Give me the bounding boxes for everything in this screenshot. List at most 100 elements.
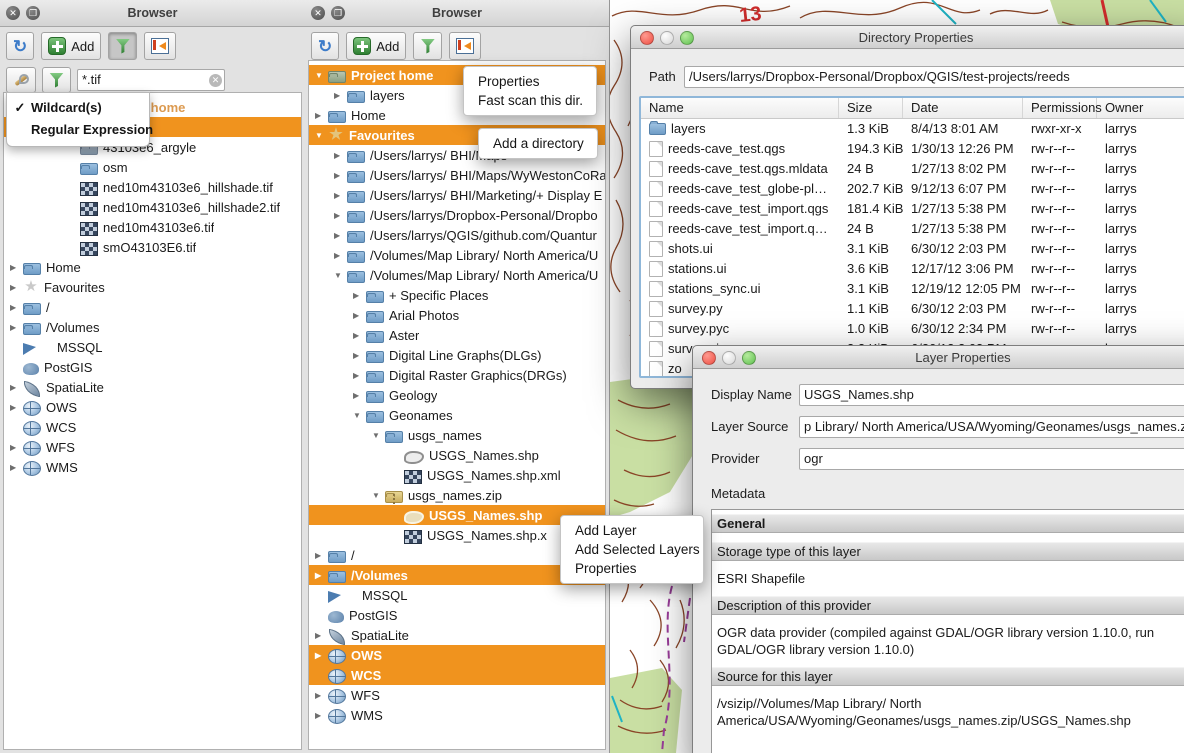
expand-arrow[interactable]: ▶ [315,651,328,660]
expand-arrow[interactable]: ▶ [334,231,347,240]
close-icon[interactable]: ✕ [311,6,325,20]
table-row[interactable]: shots.ui3.1 KiB6/30/12 2:03 PMrw-r--r--l… [641,239,1184,259]
tree-item[interactable]: ▶+ Specific Places [309,285,605,305]
tree-item[interactable]: ned10m43103e6.tif [4,217,301,237]
tree-item[interactable]: ▶/Users/larrys/Dropbox-Personal/Dropbo [309,205,605,225]
column-header[interactable]: Date [903,98,1023,118]
expand-arrow[interactable]: ▶ [353,291,366,300]
table-row[interactable]: reeds-cave_test.qgs194.3 KiB1/30/13 12:2… [641,139,1184,159]
table-row[interactable]: reeds-cave_test.qgs.mldata24 B1/27/13 8:… [641,159,1184,179]
expand-arrow[interactable]: ▶ [334,191,347,200]
tree-item[interactable]: ▶Aster [309,325,605,345]
expand-arrow[interactable]: ▶ [334,171,347,180]
expand-arrow[interactable]: ▶ [334,251,347,260]
expand-arrow[interactable]: ▶ [315,551,328,560]
table-row[interactable]: reeds-cave_test_import.qgs181.4 KiB1/27/… [641,199,1184,219]
field-input[interactable]: ogr [799,448,1184,470]
tree-item[interactable]: USGS_Names.shp [309,445,605,465]
tree-item[interactable]: PostGIS [4,357,301,377]
path-input[interactable]: /Users/larrys/Dropbox-Personal/Dropbox/Q… [684,66,1184,88]
menu-item[interactable]: Properties [464,72,596,91]
expand-arrow[interactable]: ▶ [10,323,23,332]
tree-item[interactable]: ▶Digital Raster Graphics(DRGs) [309,365,605,385]
expand-arrow[interactable]: ▶ [334,151,347,160]
field-input[interactable]: p Library/ North America/USA/Wyoming/Geo… [799,416,1184,438]
clear-filter-icon[interactable]: ✕ [209,74,222,87]
expand-arrow[interactable]: ▶ [353,331,366,340]
expand-arrow[interactable]: ▶ [10,303,23,312]
expand-arrow[interactable]: ▶ [334,91,347,100]
expand-arrow[interactable]: ▼ [372,431,385,440]
tree-item[interactable]: ▶WFS [4,437,301,457]
expand-arrow[interactable]: ▶ [315,111,328,120]
expand-arrow[interactable]: ▶ [315,631,328,640]
tree-item[interactable]: ▶Arial Photos [309,305,605,325]
tree-item[interactable]: ned10m43103e6_hillshade.tif [4,177,301,197]
filter-toggle-button[interactable] [413,32,442,60]
table-row[interactable]: survey.pyc1.0 KiB6/30/12 2:34 PMrw-r--r-… [641,319,1184,339]
close-icon[interactable]: ✕ [6,6,20,20]
close-icon[interactable] [702,351,716,365]
expand-arrow[interactable]: ▶ [10,283,23,292]
menu-item[interactable]: Add Selected Layers [561,540,703,559]
tree-item[interactable]: smO43103E6.tif [4,237,301,257]
table-row[interactable]: layers1.3 KiB8/4/13 8:01 AMrwxr-xr-xlarr… [641,119,1184,139]
tree-item[interactable]: WCS [309,665,605,685]
tree-item[interactable]: ▶/Volumes/Map Library/ North America/U [309,245,605,265]
tree-item[interactable]: ▶/Users/larrys/ BHI/Maps/WyWestonCoRa [309,165,605,185]
refresh-button[interactable]: ↻ [311,32,339,60]
tree-item[interactable]: MSSQL [309,585,605,605]
minimize-icon[interactable] [722,351,736,365]
expand-arrow[interactable]: ▼ [315,71,328,80]
expand-arrow[interactable]: ▶ [334,211,347,220]
tree-item[interactable]: ▼Geonames [309,405,605,425]
directory-file-table[interactable]: NameSizeDatePermissionsOwnerlayers1.3 Ki… [639,96,1184,378]
expand-arrow[interactable]: ▶ [315,571,328,580]
table-row[interactable]: reeds-cave_test_import.q…24 B1/27/13 5:3… [641,219,1184,239]
field-input[interactable]: USGS_Names.shp [799,384,1184,406]
minimize-icon[interactable] [660,31,674,45]
filter-toggle-button[interactable] [108,32,137,60]
table-row[interactable]: stations_sync.ui3.1 KiB12/19/12 12:05 PM… [641,279,1184,299]
expand-arrow[interactable]: ▶ [315,691,328,700]
expand-arrow[interactable]: ▶ [353,391,366,400]
tree-item[interactable]: WCS [4,417,301,437]
add-button[interactable]: Add [346,32,406,60]
column-header[interactable]: Name [641,98,839,118]
expand-arrow[interactable]: ▶ [10,383,23,392]
tree-item[interactable]: ▶★Favourites [4,277,301,297]
tree-item[interactable]: ▶Home [4,257,301,277]
tree-item[interactable]: ▶/Users/larrys/QGIS/github.com/Quantur [309,225,605,245]
expand-arrow[interactable]: ▶ [10,263,23,272]
tree-item[interactable]: ▶WFS [309,685,605,705]
menu-item[interactable]: Add Layer [561,521,703,540]
expand-arrow[interactable]: ▶ [10,403,23,412]
tree-item[interactable]: ▶OWS [4,397,301,417]
float-icon[interactable]: ❐ [26,6,40,20]
expand-arrow[interactable]: ▼ [315,131,328,140]
tree-item[interactable]: ▶SpatiaLite [309,625,605,645]
dialog-titlebar[interactable]: Directory Properties [631,26,1184,49]
expand-arrow[interactable]: ▼ [353,411,366,420]
tree-item[interactable]: ned10m43103e6_hillshade2.tif [4,197,301,217]
column-header[interactable]: Permissions [1023,98,1097,118]
collapse-tree-button[interactable] [449,32,481,60]
tree-item[interactable]: ▶WMS [4,457,301,477]
tree-item[interactable]: ▼/Volumes/Map Library/ North America/U [309,265,605,285]
collapse-tree-button[interactable] [144,32,176,60]
apply-filter-button[interactable] [42,67,71,93]
table-row[interactable]: survey.py1.1 KiB6/30/12 2:03 PMrw-r--r--… [641,299,1184,319]
tree-item[interactable]: ▶Geology [309,385,605,405]
expand-arrow[interactable]: ▶ [10,463,23,472]
expand-arrow[interactable]: ▶ [315,711,328,720]
tree-item[interactable]: PostGIS [309,605,605,625]
tree-item[interactable]: ▶/Users/larrys/ BHI/Marketing/+ Display … [309,185,605,205]
filter-input[interactable]: *.tif [77,69,225,91]
tree-item[interactable]: USGS_Names.shp.xml [309,465,605,485]
tree-item[interactable]: ▶/ [4,297,301,317]
expand-arrow[interactable]: ▶ [353,311,366,320]
metadata-box[interactable]: GeneralStorage type of this layerESRI Sh… [711,509,1184,753]
tree-item[interactable]: ▼usgs_names.zip [309,485,605,505]
tree-item[interactable]: ▶/Volumes [4,317,301,337]
tree-item[interactable]: ▼usgs_names [309,425,605,445]
